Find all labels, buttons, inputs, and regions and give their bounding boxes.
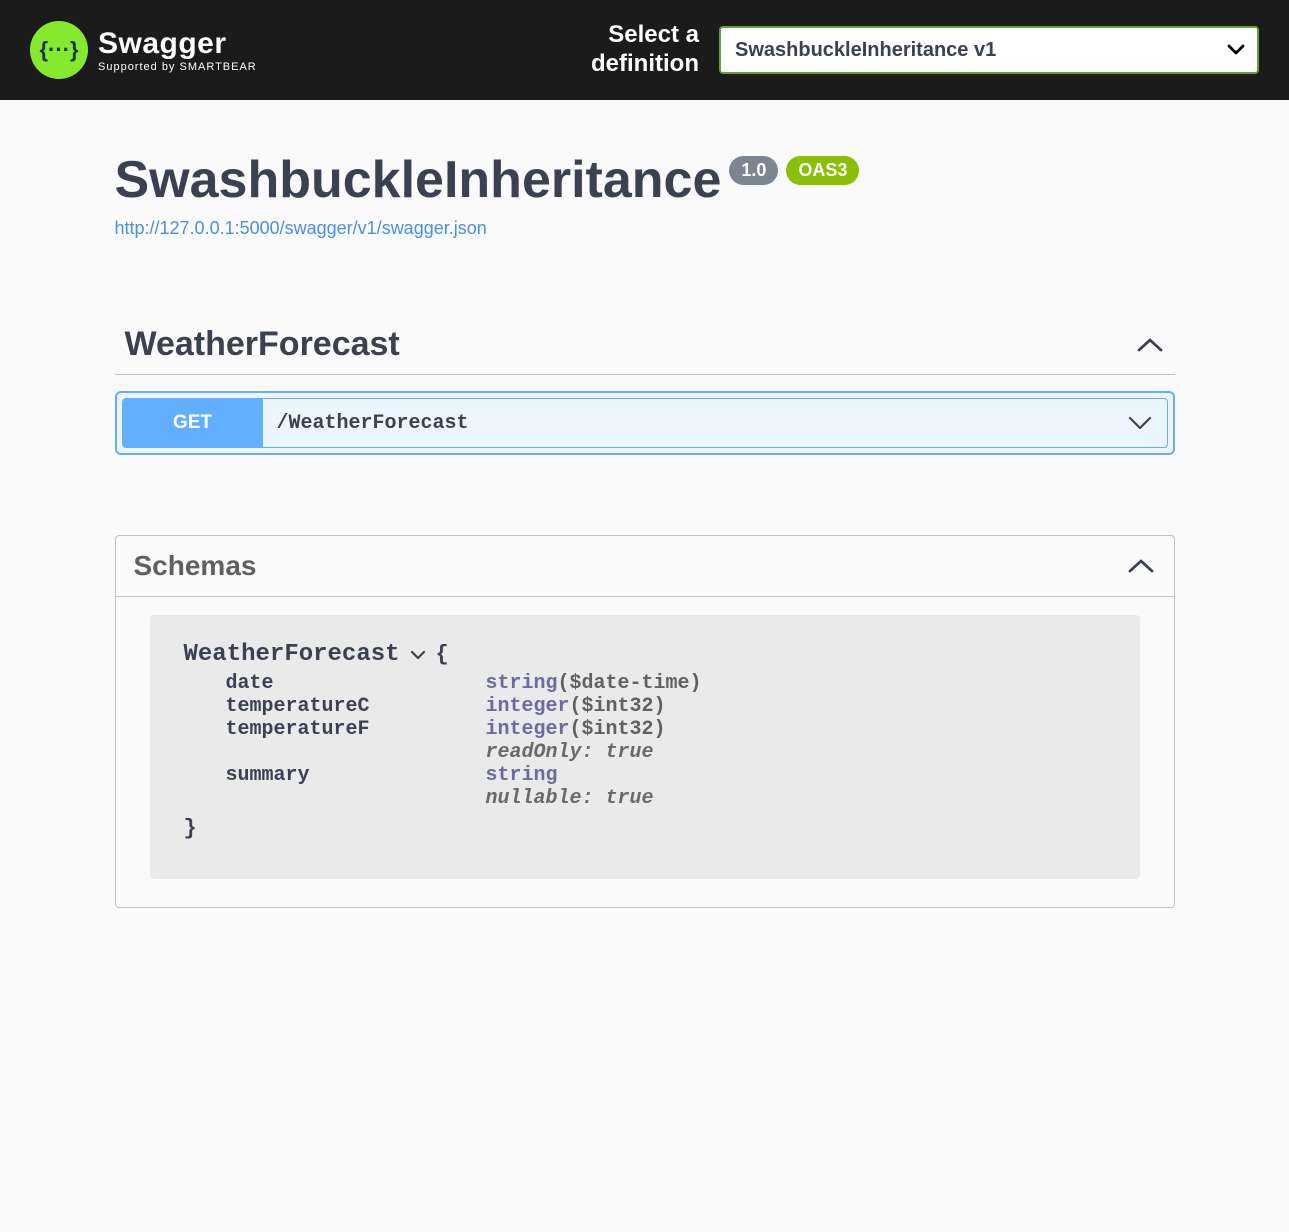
operation-summary[interactable]: GET /WeatherForecast [122, 398, 1168, 448]
model-property-row: temperatureF integer($int32) [226, 718, 1106, 741]
logo-text-sub: Supported by SMARTBEAR [98, 61, 257, 73]
definition-select-wrap [719, 26, 1259, 74]
logo-text-main: Swagger [98, 27, 257, 61]
swagger-logo-icon: {···} [30, 21, 88, 79]
chevron-up-icon [1126, 557, 1156, 575]
brace-open: { [436, 642, 449, 667]
topbar: {···} Swagger Supported by SMARTBEAR Sel… [0, 0, 1289, 100]
brace-close: } [184, 816, 1106, 841]
logo: {···} Swagger Supported by SMARTBEAR [30, 21, 257, 79]
model-properties: date string($date-time) temperatureC int… [226, 672, 1106, 810]
definition-select-label: Select a definition [591, 21, 699, 79]
property-attribute: readOnly: true [486, 741, 654, 764]
oas-badge: OAS3 [786, 156, 859, 185]
model-box: WeatherForecast { date string($date-time… [150, 615, 1140, 879]
chevron-down-icon [1127, 415, 1153, 431]
tag-header[interactable]: WeatherForecast [115, 319, 1175, 375]
property-attribute: nullable: true [486, 787, 654, 810]
schemas-header[interactable]: Schemas [116, 536, 1174, 597]
version-badge: 1.0 [729, 156, 778, 185]
model-property-row: date string($date-time) [226, 672, 1106, 695]
definition-select[interactable] [719, 26, 1259, 74]
chevron-down-icon[interactable] [410, 650, 426, 660]
model-property-row: summary string [226, 764, 1106, 787]
chevron-up-icon [1135, 336, 1165, 354]
tag-name: WeatherForecast [125, 325, 400, 364]
model-title: WeatherForecast [184, 641, 400, 668]
schemas-title: Schemas [134, 550, 257, 582]
http-method-badge: GET [123, 399, 263, 447]
model-property-row: temperatureC integer($int32) [226, 695, 1106, 718]
operation-block: GET /WeatherForecast [115, 391, 1175, 455]
spec-url-link[interactable]: http://127.0.0.1:5000/swagger/v1/swagger… [115, 218, 487, 239]
api-title: SwashbuckleInheritance [115, 150, 722, 210]
operation-path: /WeatherForecast [263, 412, 469, 435]
